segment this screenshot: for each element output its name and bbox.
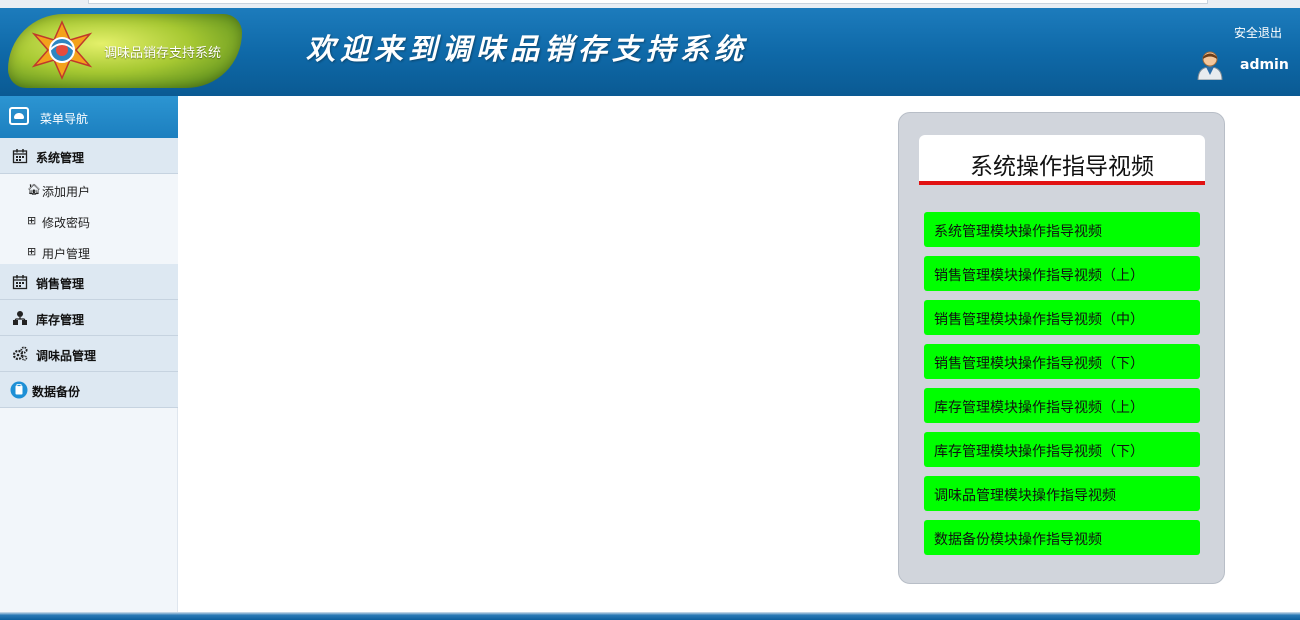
sidebar-item-add-user[interactable]: 🏠︎ 添加用户	[0, 174, 178, 205]
sidebar-group-label: 系统管理	[36, 151, 85, 165]
user-avatar-icon	[1197, 51, 1223, 80]
cogs-icon	[12, 346, 28, 361]
app-root: 调味品销存支持系统 欢迎来到调味品销存支持系统 安全退出 admin 菜单导航	[0, 0, 1300, 620]
logo-title: 调味品销存支持系统	[104, 46, 222, 61]
home-icon: 🏠︎	[27, 183, 41, 196]
sidebar-group-condiment[interactable]: 调味品管理	[0, 336, 178, 372]
address-bar	[88, 0, 1208, 4]
sidebar-menu: 菜单导航 系统管理 🏠︎ 添加用户 ⊞ 修改密码 ⊞ 用户管理 销售管理 库存管…	[0, 96, 178, 612]
logo-emblem-icon	[31, 20, 93, 80]
sidebar-group-label: 库存管理	[36, 313, 85, 327]
video-button-backup[interactable]: 数据备份模块操作指导视频	[924, 520, 1200, 555]
username-label: admin	[1240, 57, 1289, 73]
top-header: 调味品销存支持系统 欢迎来到调味品销存支持系统 安全退出 admin	[0, 0, 1300, 96]
bottom-strip	[0, 612, 1300, 620]
video-guide-panel: 系统操作指导视频 系统管理模块操作指导视频 销售管理模块操作指导视频（上） 销售…	[898, 112, 1225, 584]
sidebar-group-system[interactable]: 系统管理	[0, 138, 178, 174]
welcome-banner: 欢迎来到调味品销存支持系统	[306, 32, 749, 66]
sidebar-group-label: 数据备份	[32, 385, 81, 399]
video-panel-title: 系统操作指导视频	[919, 135, 1205, 185]
menu-nav-header: 菜单导航	[0, 96, 178, 138]
system-logo: 调味品销存支持系统	[8, 14, 242, 88]
video-button-sales-3[interactable]: 销售管理模块操作指导视频（下）	[924, 344, 1200, 379]
clipboard-icon	[10, 381, 28, 399]
logout-link[interactable]: 安全退出	[1234, 24, 1282, 41]
sidebar-item-user-management[interactable]: ⊞ 用户管理	[0, 236, 178, 267]
video-button-sales-1[interactable]: 销售管理模块操作指导视频（上）	[924, 256, 1200, 291]
sidebar-group-backup[interactable]: 数据备份	[0, 372, 178, 408]
video-button-inventory-1[interactable]: 库存管理模块操作指导视频（上）	[924, 388, 1200, 423]
browser-strip	[0, 0, 1300, 8]
sidebar-item-label: 添加用户	[42, 185, 91, 199]
sidebar-group-sales[interactable]: 销售管理	[0, 264, 178, 300]
video-button-sales-2[interactable]: 销售管理模块操作指导视频（中）	[924, 300, 1200, 335]
video-button-condiment[interactable]: 调味品管理模块操作指导视频	[924, 476, 1200, 511]
sidebar-group-label: 调味品管理	[36, 349, 97, 363]
sidebar-item-label: 用户管理	[42, 247, 91, 261]
sidebar-group-label: 销售管理	[36, 277, 85, 291]
grid-icon: ⊞	[27, 214, 37, 227]
sitemap-icon	[13, 311, 27, 325]
sidebar-group-inventory[interactable]: 库存管理	[0, 300, 178, 336]
video-button-inventory-2[interactable]: 库存管理模块操作指导视频（下）	[924, 432, 1200, 467]
menu-nav-title: 菜单导航	[40, 112, 89, 126]
cloud-icon	[9, 107, 29, 125]
calendar-icon	[12, 149, 28, 164]
video-button-system[interactable]: 系统管理模块操作指导视频	[924, 212, 1200, 247]
calendar-icon	[12, 275, 28, 290]
sidebar-item-label: 修改密码	[42, 216, 91, 230]
sidebar-item-change-password[interactable]: ⊞ 修改密码	[0, 205, 178, 236]
grid-icon: ⊞	[27, 245, 37, 258]
